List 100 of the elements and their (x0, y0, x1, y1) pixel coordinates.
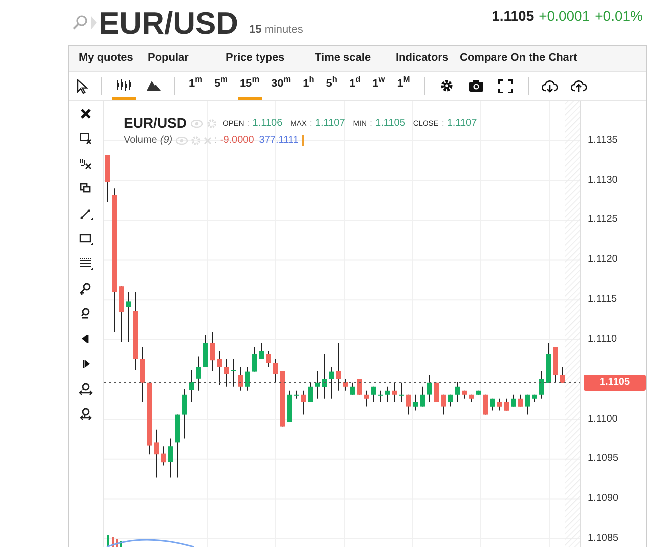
candlestick (210, 332, 215, 372)
candlestick (189, 370, 194, 403)
candlestick (273, 358, 278, 384)
candlestick (280, 370, 285, 428)
menu-item[interactable]: Time scale (315, 50, 396, 67)
menu-item[interactable]: Compare On the Chart (460, 50, 578, 67)
candlestick (378, 390, 383, 403)
candlestick (476, 390, 481, 396)
candlestick (364, 390, 369, 408)
fullscreen-icon[interactable] (498, 79, 514, 93)
price-value: 1.1105 (492, 7, 534, 26)
candlestick (483, 394, 488, 416)
candlestick (231, 358, 236, 388)
candlestick (525, 394, 530, 416)
candlestick (490, 398, 495, 412)
timeframe-tab[interactable]: 5$^{m}$ (212, 72, 230, 100)
candlestick (217, 350, 222, 386)
axis-label: 1.1120 (588, 255, 618, 266)
candlestick (371, 386, 376, 403)
candlestick (259, 342, 264, 360)
line-tool-icon[interactable] (79, 207, 93, 221)
legend-value: 1.1107 (447, 117, 478, 131)
remove-drawing-icon[interactable] (79, 132, 93, 146)
symbol-title: EUR/USD (99, 8, 239, 39)
separator-text: : (310, 116, 312, 130)
timeframe-tab[interactable]: 1$^{h}$ (301, 72, 316, 100)
zoom-horizontal-icon[interactable] (79, 382, 93, 396)
lines-tool-icon[interactable] (79, 257, 93, 271)
candlestick (301, 390, 306, 416)
candlestick (350, 382, 355, 396)
candlestick (427, 374, 432, 403)
candlestick (560, 366, 565, 384)
zoom-reset-icon[interactable] (79, 407, 93, 421)
candlestick (168, 438, 173, 478)
candlestick (455, 382, 460, 403)
timeframe-tab[interactable]: 1$^{d}$ (347, 72, 363, 100)
candlestick (329, 366, 334, 400)
axis-label: 1.1095 (588, 454, 619, 464)
menu-item[interactable]: Price types (226, 50, 315, 67)
timeframe-tab[interactable]: 1$^{w}$ (370, 72, 388, 100)
candlestick (315, 370, 320, 400)
candlestick (105, 154, 110, 203)
timeframe-tab[interactable]: 1$^{m}$ (187, 72, 204, 100)
axis-label: 1.1130 (588, 176, 618, 186)
candlestick-icon (116, 78, 132, 92)
menu-item[interactable]: Indicators (396, 50, 460, 67)
menu-item[interactable]: My quotes (69, 50, 148, 67)
candlestick (175, 414, 180, 478)
volume-value: -9.0000 (220, 134, 254, 148)
volume-parameter: (9) (160, 134, 173, 148)
remove-all-icon[interactable] (79, 157, 93, 171)
percent-change: +0.01% (595, 7, 643, 26)
candlestick (392, 382, 397, 403)
close-icon[interactable] (79, 107, 93, 121)
candlestick (238, 366, 243, 392)
legend-value: 1.1106 (252, 117, 283, 131)
candlestick (287, 390, 292, 422)
volume-average: 377.1111 (259, 134, 299, 148)
candlestick (469, 394, 474, 403)
cursor-icon[interactable] (77, 78, 89, 94)
candlestick (448, 394, 453, 408)
axis-label: 1.1100 (588, 414, 618, 425)
axis-label: 1.1135 (588, 136, 618, 146)
candlestick (182, 388, 187, 440)
axis-label: 1.1085 (588, 534, 619, 544)
settings-icon[interactable] (440, 79, 456, 93)
axis-label: 1.1115 (588, 295, 618, 306)
candlestick (224, 358, 229, 388)
cloud-upload-icon[interactable] (571, 79, 588, 93)
candlestick (126, 292, 131, 343)
candlestick (161, 446, 166, 466)
candlestick (385, 386, 390, 403)
axis-label: 1.1110 (588, 334, 618, 345)
legend-value: 1.1105 (376, 117, 406, 131)
candlestick (399, 382, 404, 403)
interval-unit: minutes (264, 24, 304, 36)
candlestick (203, 334, 208, 368)
candlestick (140, 346, 145, 403)
menu-item[interactable]: Popular (148, 50, 226, 67)
camera-icon[interactable] (469, 79, 484, 93)
timeframe-tab[interactable]: 1$^{M}$ (395, 72, 412, 100)
candlestick (441, 394, 446, 416)
timeframe-tab[interactable]: 15$^{m}$ (238, 72, 262, 100)
rectangle-tool-icon[interactable] (79, 232, 93, 246)
candlestick (357, 378, 362, 396)
candlestick (539, 370, 544, 400)
timeframe-tab[interactable]: 30$^{m}$ (270, 72, 294, 100)
cloud-download-icon[interactable] (542, 79, 558, 93)
axis-label: 1.1090 (588, 494, 619, 504)
candlestick (518, 394, 523, 408)
candlestick (413, 394, 418, 412)
candlestick (196, 356, 201, 392)
candlestick (294, 390, 299, 400)
candlestick (434, 382, 439, 403)
caret-icon (91, 16, 97, 30)
timeframe-tab[interactable]: 5$^{h}$ (324, 72, 340, 100)
separator-text: : (214, 134, 218, 148)
zoom-in-icon[interactable] (79, 282, 93, 296)
candlestick (553, 346, 558, 384)
candlestick (336, 342, 341, 392)
